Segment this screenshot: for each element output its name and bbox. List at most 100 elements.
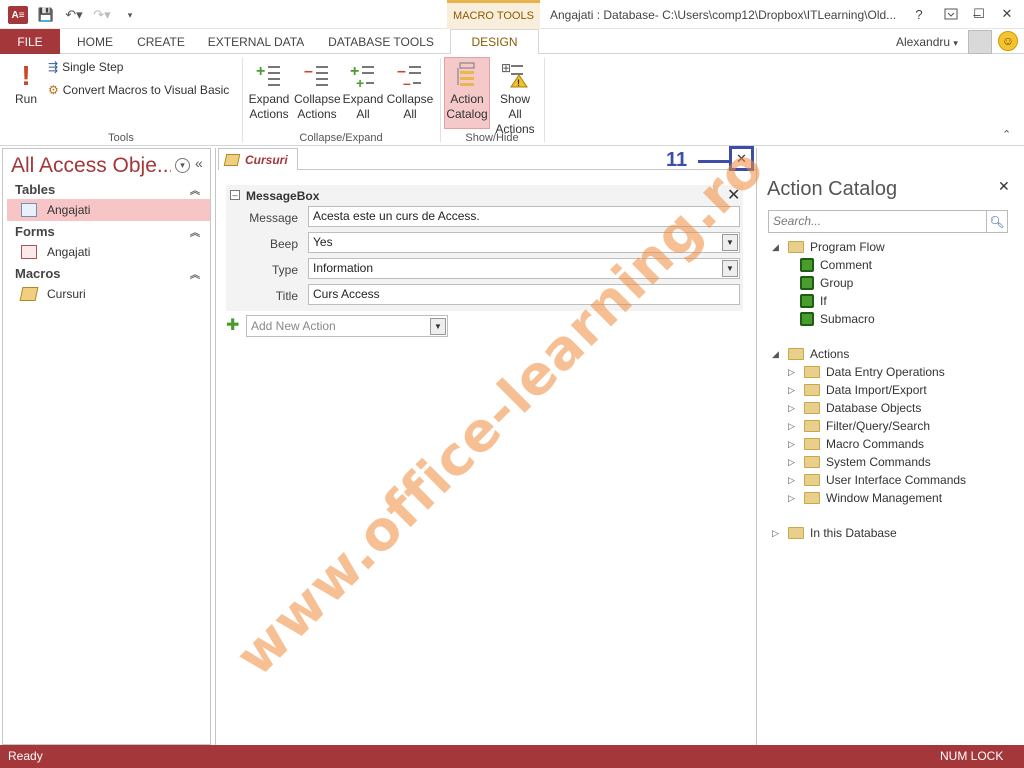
tree-node-program-flow[interactable]: ◢ Program Flow: [772, 238, 885, 256]
close-catalog-icon[interactable]: ✕: [998, 178, 1010, 195]
user-account[interactable]: Alexandru ▾: [896, 35, 958, 49]
single-step-icon: ⇶: [48, 60, 59, 74]
tab-design[interactable]: DESIGN: [450, 29, 539, 55]
document-tab-label: Cursuri: [245, 152, 288, 167]
nav-group-label: Tables: [15, 181, 56, 197]
show-all-actions-label-line1: Show All: [499, 92, 531, 121]
expand-all-button[interactable]: + + Expand All: [342, 58, 384, 122]
expand-actions-button[interactable]: + Expand Actions: [248, 58, 290, 122]
collapsed-triangle-icon: ▷: [788, 384, 795, 395]
type-value: Information: [313, 261, 374, 275]
nav-menu-chevron-icon[interactable]: ▾: [175, 158, 190, 173]
add-new-action-select[interactable]: Add New Action ▼: [246, 315, 448, 337]
help-button[interactable]: ?: [908, 4, 930, 24]
avatar[interactable]: [968, 30, 992, 54]
save-icon[interactable]: 💾: [36, 6, 56, 24]
nav-group-tables[interactable]: Tables ︽: [7, 179, 208, 199]
chevron-down-icon[interactable]: ▼: [430, 318, 446, 335]
tree-node-in-this-database[interactable]: ▷ In this Database: [772, 524, 897, 542]
catalog-item-submacro[interactable]: Submacro: [800, 310, 875, 328]
catalog-item-group[interactable]: Group: [800, 274, 853, 292]
expand-all-icon: + +: [342, 58, 384, 92]
smiley-feedback-icon[interactable]: ☺: [998, 31, 1018, 51]
tree-node-database-objects[interactable]: ▷ Database Objects: [788, 399, 921, 417]
tab-home[interactable]: HOME: [68, 29, 122, 54]
folder-icon: [788, 348, 804, 360]
tree-node-label: Actions: [810, 347, 850, 361]
undo-icon[interactable]: ↶▾: [64, 6, 84, 24]
tab-file[interactable]: FILE: [0, 29, 60, 54]
nav-item-form-angajati[interactable]: Angajati: [7, 241, 210, 263]
macro-scroll-icon: [19, 287, 39, 301]
catalog-item-if[interactable]: If: [800, 292, 827, 310]
folder-icon: [804, 474, 820, 486]
document-tab-cursuri[interactable]: Cursuri: [218, 148, 298, 170]
search-icon[interactable]: 🔍︎: [986, 211, 1007, 232]
beep-value: Yes: [313, 235, 333, 249]
tab-create[interactable]: CREATE: [130, 29, 192, 54]
nav-group-macros[interactable]: Macros ︽: [7, 263, 208, 283]
tab-database-tools[interactable]: DATABASE TOOLS: [322, 29, 440, 54]
tree-node-data-import-export[interactable]: ▷ Data Import/Export: [788, 381, 927, 399]
chevron-down-icon[interactable]: ▼: [722, 234, 738, 251]
catalog-search-input[interactable]: Search...: [768, 210, 1008, 233]
collapsed-triangle-icon: ▷: [788, 456, 795, 467]
group-separator: [440, 58, 441, 142]
nav-item-table-angajati[interactable]: Angajati: [7, 199, 210, 221]
tree-node-filter-query-search[interactable]: ▷ Filter/Query/Search: [788, 417, 930, 435]
show-all-actions-icon: ⊞!: [492, 58, 538, 92]
collapse-all-label-line1: Collapse: [386, 92, 434, 106]
expanded-triangle-icon: ◢: [772, 241, 779, 252]
tab-external-data[interactable]: EXTERNAL DATA: [200, 29, 312, 54]
tree-node-window-management[interactable]: ▷ Window Management: [788, 489, 942, 507]
action-block-name: MessageBox: [246, 189, 320, 203]
add-new-action-label: Add New Action: [251, 319, 336, 333]
action-icon: [800, 276, 814, 290]
collapse-group-icon: ︽: [190, 269, 200, 281]
close-window-button[interactable]: ✕: [996, 4, 1018, 24]
run-exclamation-icon: !: [21, 59, 31, 91]
collapse-actions-button[interactable]: – Collapse Actions: [294, 58, 341, 122]
ribbon-tabs: FILE HOME CREATE EXTERNAL DATA DATABASE …: [0, 29, 1024, 55]
catalog-item-comment[interactable]: Comment: [800, 256, 872, 274]
collapsed-triangle-icon: ▷: [788, 420, 795, 431]
single-step-button[interactable]: ⇶ Single Step: [48, 60, 123, 75]
access-app-icon[interactable]: A≡: [8, 6, 28, 24]
ribbon-display-options-button[interactable]: [940, 4, 962, 24]
tree-node-label: Macro Commands: [826, 437, 925, 451]
catalog-item-label: Group: [820, 276, 854, 290]
action-catalog-label-line2: Catalog: [446, 107, 488, 121]
collapse-group-icon: ︽: [190, 227, 200, 239]
collapse-block-icon[interactable]: –: [230, 190, 240, 200]
run-button[interactable]: ! Run: [6, 58, 46, 128]
navigation-pane: All Access Obje... ▾ « Tables ︽ Angajati …: [2, 148, 211, 745]
collapsed-triangle-icon: ▷: [788, 402, 795, 413]
convert-macros-button[interactable]: ⚙ Convert Macros to Visual Basic: [48, 83, 229, 98]
action-icon: [800, 312, 814, 326]
nav-group-forms[interactable]: Forms ︽: [7, 221, 208, 241]
status-text: Ready: [8, 749, 43, 763]
folder-icon: [804, 492, 820, 504]
action-catalog-button[interactable]: Action Catalog: [444, 57, 490, 129]
chevron-down-icon[interactable]: ▼: [722, 260, 738, 277]
tree-node-actions[interactable]: ◢ Actions: [772, 345, 849, 363]
customize-qat-icon[interactable]: ▾: [120, 6, 140, 24]
shutter-bar-close-icon[interactable]: «: [195, 155, 203, 171]
tree-node-macro-commands[interactable]: ▷ Macro Commands: [788, 435, 924, 453]
tree-node-system-commands[interactable]: ▷ System Commands: [788, 453, 931, 471]
collapse-all-button[interactable]: – – Collapse All: [386, 58, 434, 122]
svg-text:–: –: [304, 63, 313, 80]
collapse-ribbon-icon[interactable]: ⌃: [1002, 128, 1011, 141]
show-all-actions-button[interactable]: ⊞! Show All Actions: [492, 58, 538, 137]
tree-node-data-entry-operations[interactable]: ▷ Data Entry Operations: [788, 363, 945, 381]
tree-node-user-interface-commands[interactable]: ▷ User Interface Commands: [788, 471, 966, 489]
tree-node-label: Filter/Query/Search: [826, 419, 931, 433]
nav-pane-title[interactable]: All Access Obje...: [11, 154, 171, 178]
nav-item-label: Angajati: [47, 245, 91, 259]
restore-button[interactable]: ☐: [968, 4, 990, 24]
redo-icon[interactable]: ↷▾: [92, 6, 112, 24]
title-field[interactable]: Curs Access: [308, 284, 740, 305]
tree-node-label: User Interface Commands: [826, 473, 967, 487]
nav-item-macro-cursuri[interactable]: Cursuri: [7, 283, 210, 305]
folder-icon: [804, 420, 820, 432]
